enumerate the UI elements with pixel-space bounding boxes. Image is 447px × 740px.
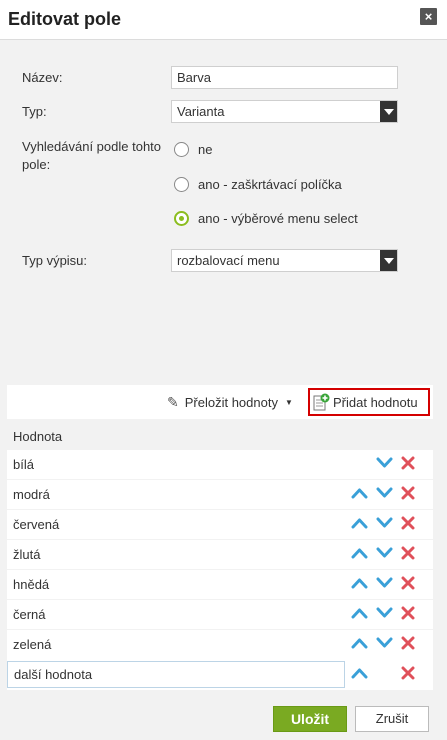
delete-icon[interactable]	[401, 606, 415, 623]
move-up-icon[interactable]	[351, 517, 368, 532]
search-option-label: ano - výběrové menu select	[198, 210, 358, 226]
listing-type-select[interactable]: rozbalovací menu	[171, 249, 398, 272]
translate-values-label: Přeložit hodnoty	[184, 395, 278, 410]
delete-icon[interactable]	[401, 636, 415, 653]
radio-checked-icon	[174, 210, 189, 226]
value-text: červená	[13, 517, 60, 532]
radio-icon	[174, 176, 189, 192]
table-row: černá	[7, 600, 433, 629]
pencil-icon: ✎	[167, 394, 179, 410]
search-option-label: ano - zaškrtávací políčka	[198, 176, 342, 192]
type-select[interactable]: Varianta	[171, 100, 398, 123]
table-row: hnědá	[7, 570, 433, 599]
table-row: bílá	[7, 450, 433, 479]
move-up-icon[interactable]	[351, 667, 368, 682]
value-text: žlutá	[13, 547, 41, 562]
move-up-icon[interactable]	[351, 547, 368, 562]
type-label: Typ:	[22, 104, 47, 119]
move-up-icon[interactable]	[351, 607, 368, 622]
values-column-header: Hodnota	[13, 429, 63, 444]
close-button[interactable]: ×	[420, 8, 437, 25]
table-row: červená	[7, 510, 433, 539]
table-row: modrá	[7, 480, 433, 509]
new-value-input[interactable]	[7, 661, 345, 688]
new-value-row	[7, 659, 433, 690]
search-option-checkboxes[interactable]: ano - zaškrtávací políčka	[174, 175, 342, 193]
cancel-button[interactable]: Zrušit	[355, 706, 429, 732]
type-select-value: Varianta	[177, 104, 225, 119]
move-down-icon[interactable]	[376, 637, 393, 652]
table-row: žlutá	[7, 540, 433, 569]
value-text: modrá	[13, 487, 50, 502]
listing-type-value: rozbalovací menu	[177, 253, 280, 268]
listing-type-label: Typ výpisu:	[22, 253, 88, 268]
move-down-icon[interactable]	[376, 547, 393, 562]
move-down-icon[interactable]	[376, 487, 393, 502]
dialog-titlebar: Editovat pole ×	[0, 0, 447, 40]
value-text: bílá	[13, 457, 34, 472]
name-input[interactable]	[171, 66, 398, 89]
move-up-icon[interactable]	[351, 637, 368, 652]
delete-icon[interactable]	[401, 666, 415, 683]
add-value-label: Přidat hodnotu	[333, 394, 418, 410]
table-row: zelená	[7, 630, 433, 659]
move-up-icon[interactable]	[351, 577, 368, 592]
add-value-button[interactable]: Přidat hodnotu	[308, 388, 430, 416]
search-label: Vyhledávání podle tohto pole:	[22, 139, 162, 172]
caret-down-icon: ▼	[284, 398, 293, 407]
value-text: černá	[13, 607, 46, 622]
save-button[interactable]: Uložit	[273, 706, 347, 732]
value-text: hnědá	[13, 577, 50, 592]
translate-values-button[interactable]: ✎ Přeložit hodnoty ▼	[167, 394, 293, 411]
search-option-select-menu[interactable]: ano - výběrové menu select	[174, 209, 358, 227]
search-option-label: ne	[198, 141, 213, 157]
delete-icon[interactable]	[401, 486, 415, 503]
delete-icon[interactable]	[401, 516, 415, 533]
values-toolbar: ✎ Přeložit hodnoty ▼ Přidat hodnotu	[7, 385, 433, 419]
move-down-icon[interactable]	[376, 607, 393, 622]
radio-icon	[174, 141, 189, 157]
value-text: zelená	[13, 637, 52, 652]
delete-icon[interactable]	[401, 546, 415, 563]
search-option-ne[interactable]: ne	[174, 140, 212, 158]
chevron-down-icon	[380, 101, 397, 122]
delete-icon[interactable]	[401, 456, 415, 473]
move-down-icon[interactable]	[376, 517, 393, 532]
move-down-icon[interactable]	[376, 577, 393, 592]
add-document-icon	[313, 393, 330, 411]
dialog-title: Editovat pole	[8, 9, 122, 29]
chevron-down-icon	[380, 250, 397, 271]
move-down-icon[interactable]	[376, 457, 393, 472]
move-up-icon[interactable]	[351, 487, 368, 502]
name-label: Název:	[22, 70, 63, 85]
delete-icon[interactable]	[401, 576, 415, 593]
